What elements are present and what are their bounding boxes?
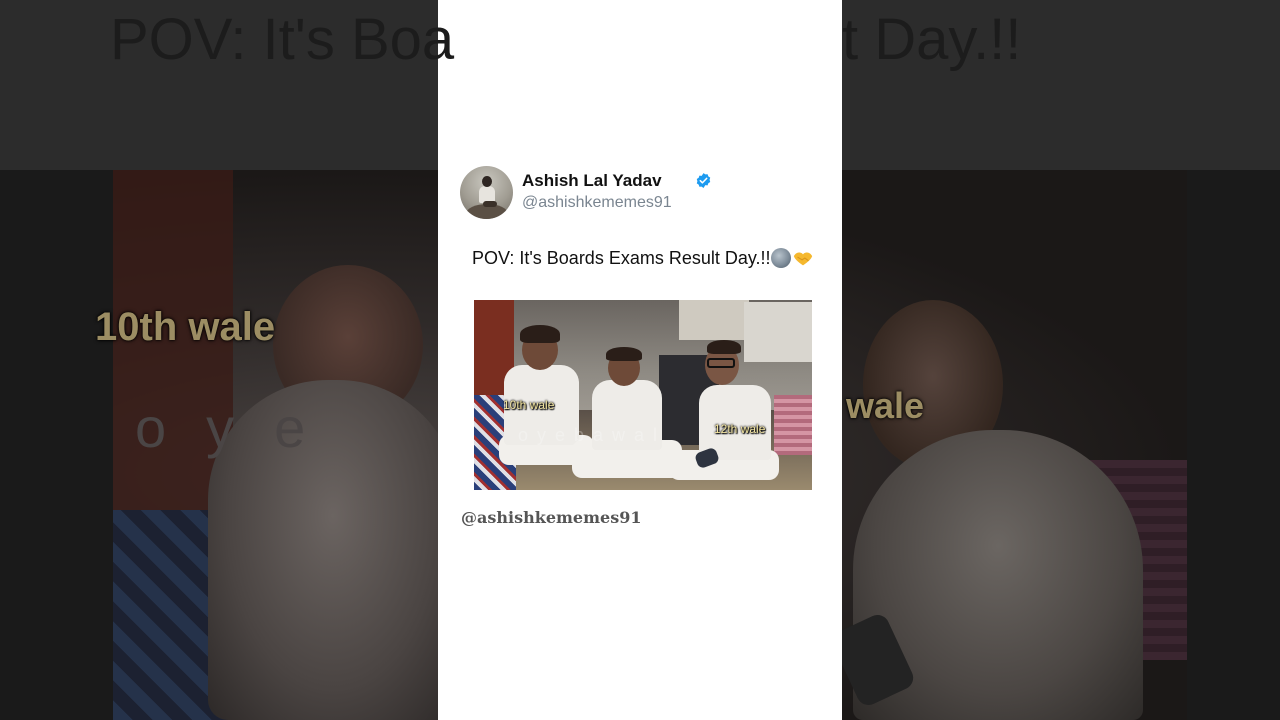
handshake-icon	[793, 252, 812, 266]
backdrop-caption-left: POV: It's Boa	[110, 7, 455, 72]
glasses-icon	[707, 358, 735, 368]
meme-label-right: 12th wale	[714, 422, 766, 436]
avatar-figure-legs	[483, 201, 497, 207]
backdrop-caption-right-text: t Day.!!	[842, 7, 1022, 72]
meme-window	[744, 302, 812, 362]
credit-handle: @ashishkememes91	[461, 508, 642, 527]
avatar[interactable]	[460, 166, 513, 219]
person-hair	[606, 347, 642, 361]
handle[interactable]: @ashishkememes91	[522, 194, 672, 212]
backdrop-caption-right: t Day.!!	[842, 6, 1021, 73]
tweet-text: POV: It's Boards Exams Result Day.!!	[472, 248, 822, 269]
meme-watermark: oyebawal	[518, 425, 667, 445]
meme-bed	[774, 395, 812, 455]
shorts-video-frame[interactable]: POV: It's Boa t Day.!! 10th wale 12th wa…	[0, 0, 1280, 720]
new-moon-face-icon	[770, 248, 791, 268]
person-hair	[707, 340, 741, 354]
tweet-text-body: POV: It's Boards Exams Result Day.!!	[472, 248, 771, 268]
verified-badge-icon	[696, 173, 711, 188]
meme-label-left: 10th wale	[503, 398, 555, 412]
meme-shelf	[679, 300, 749, 340]
backdrop-label-left: 10th wale	[95, 305, 276, 349]
person-hair	[520, 325, 560, 343]
avatar-figure-head	[482, 176, 492, 187]
meme-image[interactable]: oyebawal 10th wale 12th wale	[474, 300, 812, 490]
tweet-header: Ashish Lal Yadav @ashishkememes91	[460, 166, 820, 222]
tweet-panel: Ashish Lal Yadav @ashishkememes91 POV: I…	[438, 0, 842, 720]
backdrop-watermark: oye	[135, 396, 346, 459]
display-name[interactable]: Ashish Lal Yadav	[522, 171, 662, 191]
